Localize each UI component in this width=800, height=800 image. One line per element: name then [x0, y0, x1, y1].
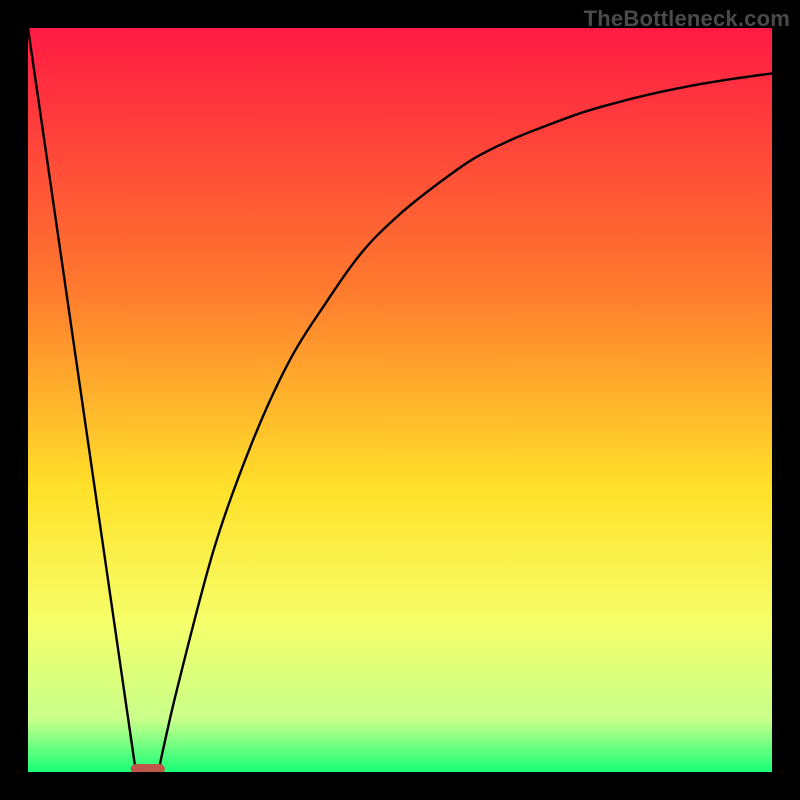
chart-frame: TheBottleneck.com [0, 0, 800, 800]
chart-plot-area [28, 28, 772, 772]
valley-marker [131, 764, 165, 772]
chart-background-gradient [28, 28, 772, 772]
chart-svg [28, 28, 772, 772]
watermark-text: TheBottleneck.com [584, 6, 790, 32]
